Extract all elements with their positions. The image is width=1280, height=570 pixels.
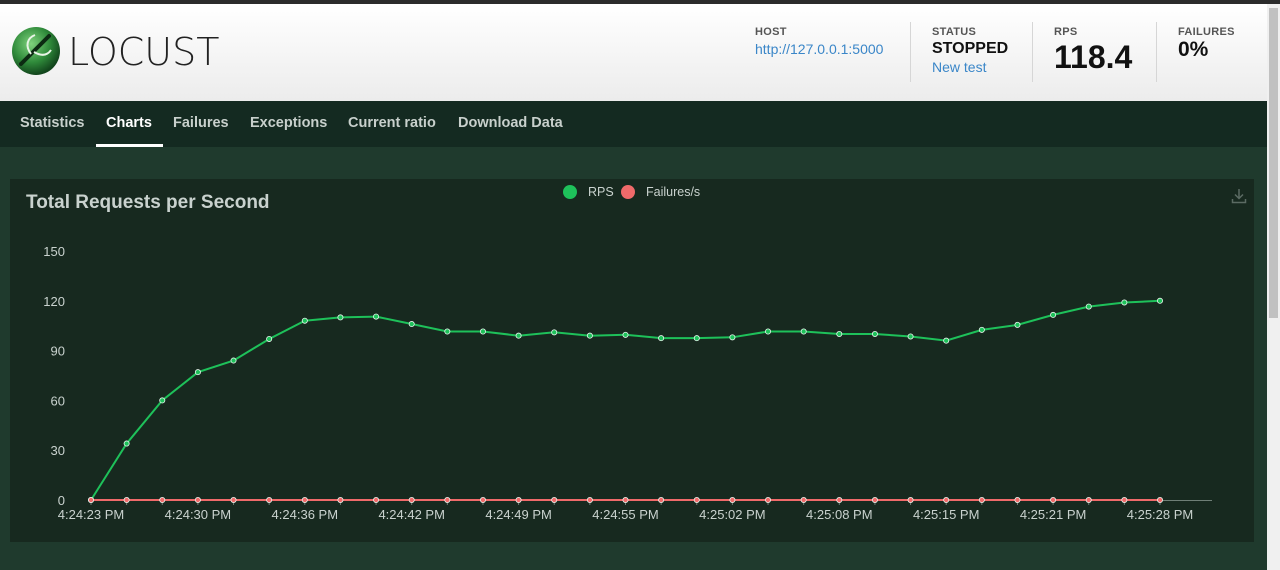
data-point[interactable] [1121, 299, 1128, 306]
data-point[interactable] [88, 496, 95, 503]
data-point[interactable] [444, 496, 451, 503]
x-tick-label: 4:24:23 PM [58, 507, 125, 522]
data-point[interactable] [194, 369, 201, 376]
data-point[interactable] [1085, 303, 1092, 310]
data-point[interactable] [408, 321, 415, 328]
y-tick-label: 120 [43, 294, 65, 309]
data-point[interactable] [230, 496, 237, 503]
data-point[interactable] [444, 328, 451, 335]
data-point[interactable] [1050, 311, 1057, 318]
data-point[interactable] [907, 496, 914, 503]
data-point[interactable] [586, 332, 593, 339]
series-rps [88, 297, 1164, 503]
data-point[interactable] [551, 496, 558, 503]
y-tick-label: 0 [58, 493, 65, 508]
scrollbar-thumb[interactable] [1269, 8, 1278, 318]
data-point[interactable] [978, 326, 985, 333]
y-tick-label: 150 [43, 244, 65, 259]
data-point[interactable] [337, 314, 344, 321]
data-point[interactable] [658, 496, 665, 503]
x-tick-label: 4:24:42 PM [378, 507, 445, 522]
data-point[interactable] [159, 397, 166, 404]
data-point[interactable] [266, 496, 273, 503]
data-point[interactable] [123, 440, 130, 447]
x-tick-label: 4:24:36 PM [272, 507, 339, 522]
data-point[interactable] [1014, 321, 1021, 328]
legend-swatch [563, 185, 577, 199]
x-tick-label: 4:25:28 PM [1127, 507, 1194, 522]
data-point[interactable] [729, 496, 736, 503]
data-point[interactable] [765, 496, 772, 503]
data-point[interactable] [693, 496, 700, 503]
data-point[interactable] [1050, 496, 1057, 503]
legend-item[interactable]: Failures/s [621, 185, 700, 199]
data-point[interactable] [765, 328, 772, 335]
data-point[interactable] [871, 496, 878, 503]
data-point[interactable] [586, 496, 593, 503]
rps-line-chart: RPS Failures/s 0 30 60 90 120 150 4:24:23 PM 4:… [43, 185, 1212, 522]
data-point[interactable] [159, 496, 166, 503]
data-point[interactable] [479, 328, 486, 335]
y-tick-label: 60 [51, 393, 65, 408]
data-point[interactable] [693, 335, 700, 342]
data-point[interactable] [907, 333, 914, 340]
data-point[interactable] [943, 496, 950, 503]
data-point[interactable] [1121, 496, 1128, 503]
data-point[interactable] [1014, 496, 1021, 503]
legend-item[interactable]: RPS [563, 185, 614, 199]
data-point[interactable] [551, 329, 558, 336]
data-point[interactable] [301, 317, 308, 324]
data-point[interactable] [729, 334, 736, 341]
x-tick-label: 4:25:02 PM [699, 507, 766, 522]
data-point[interactable] [123, 496, 130, 503]
data-point[interactable] [266, 335, 273, 342]
y-tick-label: 30 [51, 443, 65, 458]
x-tick-label: 4:24:49 PM [485, 507, 552, 522]
series-failures-s [88, 496, 1164, 503]
y-tick-label: 90 [51, 344, 65, 359]
data-point[interactable] [622, 331, 629, 338]
legend-label: RPS [588, 185, 614, 199]
legend-label: Failures/s [646, 185, 700, 199]
data-point[interactable] [1085, 496, 1092, 503]
x-tick-label: 4:25:08 PM [806, 507, 873, 522]
data-point[interactable] [800, 328, 807, 335]
data-point[interactable] [836, 496, 843, 503]
data-point[interactable] [836, 330, 843, 337]
data-point[interactable] [1157, 496, 1164, 503]
data-point[interactable] [373, 496, 380, 503]
data-point[interactable] [301, 496, 308, 503]
data-point[interactable] [337, 496, 344, 503]
data-point[interactable] [515, 496, 522, 503]
data-point[interactable] [943, 337, 950, 344]
data-point[interactable] [230, 357, 237, 364]
data-point[interactable] [194, 496, 201, 503]
series-line [90, 299, 1161, 501]
x-tick-label: 4:24:30 PM [165, 507, 232, 522]
x-tick-label: 4:25:15 PM [913, 507, 980, 522]
data-point[interactable] [978, 496, 985, 503]
legend-swatch [621, 185, 635, 199]
data-point[interactable] [800, 496, 807, 503]
x-tick-label: 4:25:21 PM [1020, 507, 1087, 522]
data-point[interactable] [373, 313, 380, 320]
x-tick-label: 4:24:55 PM [592, 507, 659, 522]
data-point[interactable] [479, 496, 486, 503]
data-point[interactable] [515, 332, 522, 339]
data-point[interactable] [622, 496, 629, 503]
data-point[interactable] [1157, 297, 1164, 304]
data-point[interactable] [871, 330, 878, 337]
data-point[interactable] [408, 496, 415, 503]
data-point[interactable] [658, 335, 665, 342]
